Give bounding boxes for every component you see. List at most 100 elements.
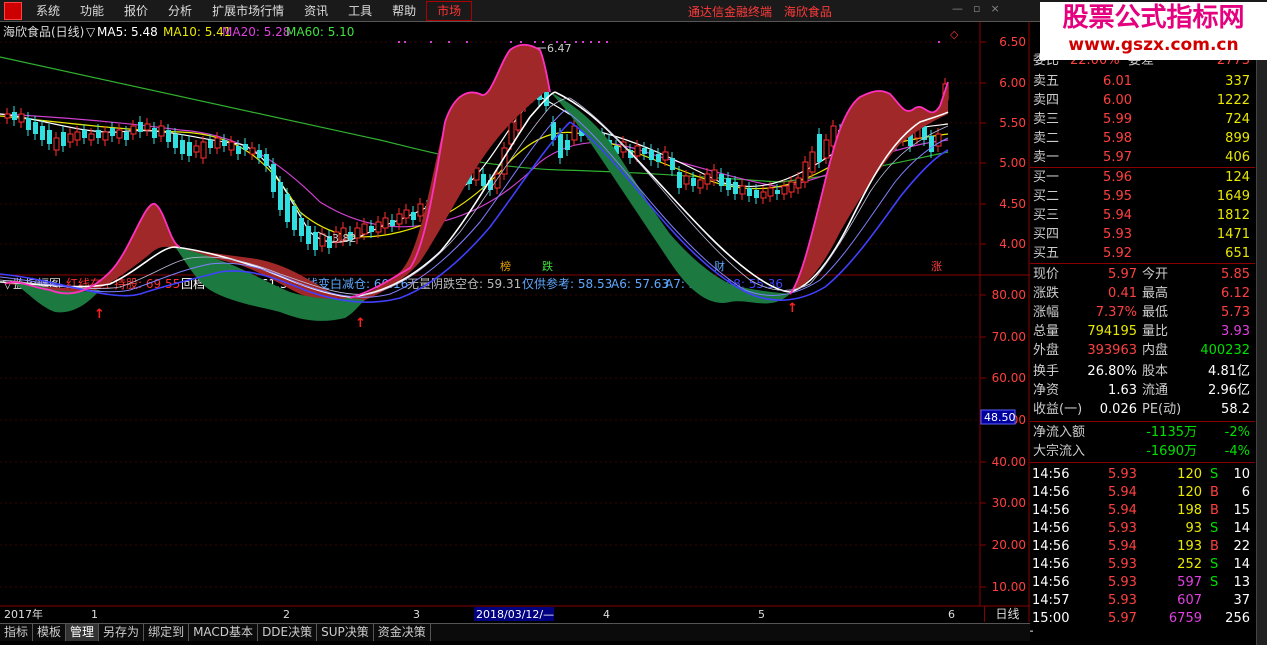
- tick-volume: 93: [1185, 521, 1202, 536]
- event-marker-bang[interactable]: 榜: [500, 259, 511, 273]
- tick-row[interactable]: 14:56 5.94 198 B 15: [1030, 501, 1252, 520]
- stat-row[interactable]: 涨幅 7.37% 最低 5.73: [1030, 303, 1252, 322]
- stat-label: 内盘: [1142, 343, 1169, 358]
- bid-label: 买一: [1033, 170, 1060, 185]
- candle-body: [642, 148, 647, 154]
- candle-body: [138, 122, 143, 132]
- candle-body: [306, 226, 311, 244]
- signal-dot: [606, 41, 608, 43]
- scrollbar[interactable]: [1256, 22, 1267, 645]
- stat-label: 收益(一): [1033, 402, 1083, 417]
- menu-system[interactable]: 系统: [26, 0, 70, 22]
- stat-row[interactable]: 外盘 393963 内盘 400232: [1030, 341, 1252, 360]
- tick-row[interactable]: 14:56 5.94 193 B 22: [1030, 537, 1252, 556]
- flow-row[interactable]: 净流入额 -1135万 -2%: [1030, 423, 1252, 442]
- bottom-tab[interactable]: 指标: [0, 624, 34, 641]
- tick-row[interactable]: 14:56 5.93 120 S 10: [1030, 465, 1252, 484]
- ask-row[interactable]: 卖二 5.98 899: [1030, 129, 1252, 148]
- ask-label: 卖一: [1033, 150, 1060, 165]
- tick-row[interactable]: 14:57 5.93 607 37: [1030, 591, 1252, 610]
- signal-dot: [575, 41, 577, 43]
- bottom-tab[interactable]: MACD基本: [189, 624, 259, 641]
- diamond-icon[interactable]: ◇: [950, 28, 959, 41]
- panel-separator: [1030, 263, 1255, 264]
- bottom-tab[interactable]: 绑定到: [144, 624, 190, 641]
- ask-row[interactable]: 卖一 5.97 406: [1030, 148, 1252, 167]
- stat-row[interactable]: 总量 794195 量比 3.93: [1030, 322, 1252, 341]
- ask-row[interactable]: 卖五 6.01 337: [1030, 72, 1252, 91]
- menu-quote[interactable]: 报价: [114, 0, 158, 22]
- tick-row[interactable]: 14:56 5.94 120 B 6: [1030, 483, 1252, 502]
- maximize-icon[interactable]: ▫: [973, 2, 980, 15]
- bottom-tab[interactable]: SUP决策: [317, 624, 374, 641]
- period-daily-button[interactable]: 日线: [984, 606, 1030, 622]
- candle-body: [417, 203, 424, 217]
- stat-value: 2.96亿: [1208, 383, 1250, 398]
- flow-row[interactable]: 大宗流入 -1690万 -4%: [1030, 442, 1252, 461]
- menu-analysis[interactable]: 分析: [158, 0, 202, 22]
- ask-label: 卖五: [1033, 74, 1060, 89]
- event-marker-cai[interactable]: 财: [714, 259, 725, 273]
- candle-body: [481, 174, 486, 186]
- candle-body: [18, 113, 25, 123]
- ask-price: 6.00: [1103, 93, 1132, 108]
- tick-row[interactable]: 14:56 5.93 252 S 14: [1030, 555, 1252, 574]
- bid-row[interactable]: 买三 5.94 1812: [1030, 206, 1252, 225]
- tick-row[interactable]: 15:00 5.97 6759 256: [1030, 609, 1252, 628]
- bid-row[interactable]: 买四 5.93 1471: [1030, 225, 1252, 244]
- tick-side: B: [1210, 485, 1219, 500]
- signal-dot: [938, 41, 940, 43]
- stat-row[interactable]: 涨跌 0.41 最高 6.12: [1030, 284, 1252, 303]
- tick-row[interactable]: 14:56 5.93 597 S 13: [1030, 573, 1252, 592]
- tick-count: 37: [1233, 593, 1250, 608]
- indicator-tick-label: 10.00: [992, 580, 1026, 594]
- indicator-tick-label: 40.00: [992, 455, 1026, 469]
- ask-row[interactable]: 卖四 6.00 1222: [1030, 91, 1252, 110]
- signal-dot: [510, 41, 512, 43]
- app-logo-icon[interactable]: [4, 1, 22, 20]
- bottom-tab[interactable]: 另存为: [99, 624, 145, 641]
- tick-row[interactable]: 14:56 5.93 93 S 14: [1030, 519, 1252, 538]
- menu-market[interactable]: 市场: [426, 0, 473, 21]
- candle-body: [292, 206, 297, 230]
- stat-row[interactable]: 收益(一) 0.026 PE(动) 58.2: [1030, 400, 1252, 419]
- ask-price: 5.98: [1103, 131, 1132, 146]
- stat-row[interactable]: 换手 26.80% 股本 4.81亿: [1030, 362, 1252, 381]
- time-axis-month-2: 2: [283, 608, 290, 621]
- ask-row[interactable]: 卖三 5.99 724: [1030, 110, 1252, 129]
- buy-arrow-icon-2: ↑: [355, 316, 366, 331]
- candle-body: [508, 121, 515, 145]
- candle-body: [704, 173, 711, 185]
- candle-body: [747, 188, 752, 196]
- tick-count: 13: [1233, 575, 1250, 590]
- bid-row[interactable]: 买二 5.95 1649: [1030, 187, 1252, 206]
- bottom-tab[interactable]: 模板: [33, 624, 67, 641]
- candle-body: [795, 177, 802, 189]
- tick-volume: 193: [1177, 539, 1202, 554]
- price-tick-label: 6.50: [999, 35, 1026, 49]
- signal-dot: [542, 41, 544, 43]
- menu-tools[interactable]: 工具: [338, 0, 382, 22]
- bid-price: 5.95: [1103, 189, 1132, 204]
- price-tick-label: 4.00: [999, 237, 1026, 251]
- stat-row[interactable]: 现价 5.97 今开 5.85: [1030, 265, 1252, 284]
- bottom-tab[interactable]: 资金决策: [374, 624, 431, 641]
- chart-area[interactable]: 6.50 6.00 5.50 5.00 4.50 4.00 80.00 70.00 60.00…: [0, 22, 1030, 622]
- bottom-tab[interactable]: 管理: [66, 624, 100, 641]
- event-marker-die[interactable]: 跌: [542, 259, 553, 273]
- menu-function[interactable]: 功能: [70, 0, 114, 22]
- candle-body: [719, 174, 724, 186]
- menu-extended-market[interactable]: 扩展市场行情: [202, 0, 294, 22]
- bid-row[interactable]: 买五 5.92 651: [1030, 244, 1252, 263]
- menu-news[interactable]: 资讯: [294, 0, 338, 22]
- candle-body: [382, 217, 389, 229]
- bid-row[interactable]: 买一 5.96 124: [1030, 168, 1252, 187]
- minimize-icon[interactable]: —: [952, 2, 963, 15]
- menu-help[interactable]: 帮助: [382, 0, 426, 22]
- stat-row[interactable]: 净资 1.63 流通 2.96亿: [1030, 381, 1252, 400]
- event-marker-zhang[interactable]: 涨: [931, 260, 942, 273]
- close-icon[interactable]: ×: [990, 2, 999, 15]
- hold-zone-area-2: [790, 82, 948, 294]
- bottom-tab[interactable]: DDE决策: [258, 624, 318, 641]
- candle-body: [249, 147, 256, 155]
